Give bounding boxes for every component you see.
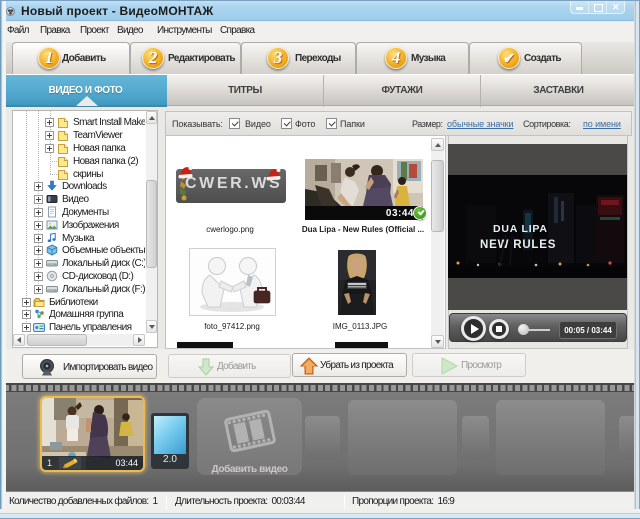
svg-text:NEW RULES: NEW RULES xyxy=(480,239,556,251)
svg-text:DUA LIPA: DUA LIPA xyxy=(493,223,548,235)
